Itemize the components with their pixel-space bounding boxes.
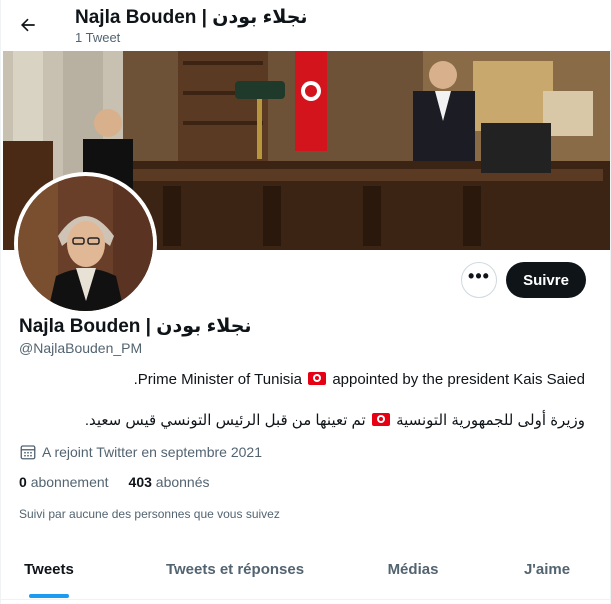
bio-line-2-text-a: وزيرة أولى للجمهورية التونسية xyxy=(396,412,585,429)
followed-by-note: Suivi par aucune des personnes que vous … xyxy=(19,507,280,521)
tab-likes-label: J'aime xyxy=(523,560,571,578)
avatar-image xyxy=(18,176,153,311)
tab-tweets-and-replies[interactable]: Tweets et réponses xyxy=(141,540,329,598)
tab-tweets[interactable]: Tweets xyxy=(1,540,97,598)
profile-tabs: Tweets Tweets et réponses Médias J'aime xyxy=(1,540,611,600)
top-header: Najla Bouden | نجلاء بودن 1 Tweet xyxy=(1,0,611,50)
followers-label: abonnés xyxy=(155,474,210,490)
follow-button[interactable]: Suivre xyxy=(506,262,586,298)
profile-page: Najla Bouden | نجلاء بودن 1 Tweet ••• Su… xyxy=(0,0,611,604)
tunisia-flag-icon xyxy=(371,413,390,426)
profile-handle: @NajlaBouden_PM xyxy=(19,340,143,356)
tab-likes[interactable]: J'aime xyxy=(507,540,587,598)
calendar-icon xyxy=(20,445,36,460)
header-title: Najla Bouden | نجلاء بودن xyxy=(75,7,308,28)
followers-link[interactable]: 403 abonnés xyxy=(129,474,210,490)
bio-line-2: وزيرة أولى للجمهورية التونسية تم تعينها … xyxy=(1,411,585,429)
tweet-count: 1 Tweet xyxy=(75,30,121,45)
tab-media[interactable]: Médias xyxy=(373,540,453,598)
tab-tweets-and-replies-label: Tweets et réponses xyxy=(165,560,305,578)
joined-date: A rejoint Twitter en septembre 2021 xyxy=(19,443,262,461)
following-link[interactable]: 0 abonnement xyxy=(19,474,109,490)
tab-media-label: Médias xyxy=(387,560,439,578)
arrow-left-icon xyxy=(21,18,35,32)
followers-count: 403 xyxy=(128,474,152,490)
follow-stats: 0 abonnement 403 abonnés xyxy=(19,474,230,490)
following-count: 0 xyxy=(19,474,27,490)
following-label: abonnement xyxy=(30,474,109,490)
bio-line-1-text-a: .Prime Minister of Tunisia xyxy=(133,371,302,388)
more-options-button[interactable]: ••• xyxy=(461,262,497,298)
more-options-icon: ••• xyxy=(468,266,490,286)
back-button[interactable] xyxy=(11,8,45,42)
active-tab-indicator xyxy=(29,594,69,598)
profile-avatar[interactable] xyxy=(14,172,157,315)
bio-line-1-text-b: appointed by the president Kais Saied xyxy=(332,371,585,388)
tunisia-flag-icon xyxy=(308,372,327,385)
profile-name: Najla Bouden | نجلاء بودن xyxy=(19,316,252,337)
bio-line-1: .Prime Minister of Tunisia appointed by … xyxy=(1,371,585,388)
joined-text: A rejoint Twitter en septembre 2021 xyxy=(42,444,262,460)
bio-line-2-text-b: تم تعينها من قبل الرئيس التونسي قيس سعيد… xyxy=(84,412,366,429)
tab-tweets-label: Tweets xyxy=(24,560,74,578)
